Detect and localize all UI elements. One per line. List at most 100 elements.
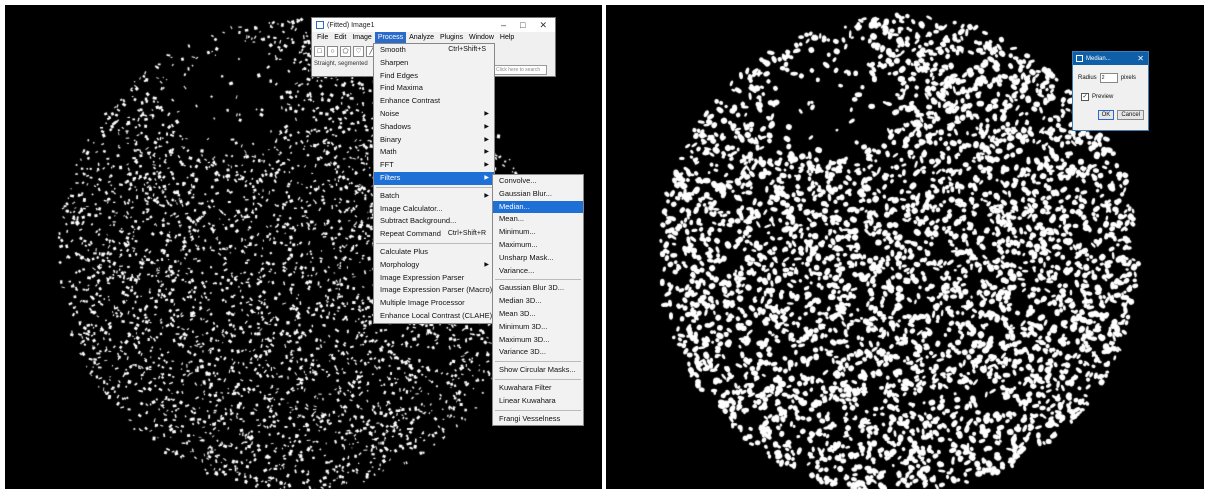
radius-unit: pixels <box>1120 75 1137 81</box>
menu-item-variance-3d[interactable]: Variance 3D... <box>493 346 583 359</box>
menu-item-binary[interactable]: Binary ▶ <box>374 134 494 147</box>
menu-plugins[interactable]: Plugins <box>437 32 466 43</box>
menu-window[interactable]: Window <box>466 32 497 43</box>
menu-item-label: Show Circular Masks... <box>499 365 576 375</box>
menu-item-label: Gaussian Blur 3D... <box>499 283 565 293</box>
menu-item-gaussian-blur-3d[interactable]: Gaussian Blur 3D... <box>493 282 583 295</box>
menu-item-maximum-3d[interactable]: Maximum 3D... <box>493 334 583 347</box>
polygon-tool-icon[interactable]: ⬠ <box>340 45 351 57</box>
menu-item-label: Repeat Command <box>380 229 441 239</box>
minimize-button[interactable]: – <box>501 20 506 31</box>
menu-item-fft[interactable]: FFT ▶ <box>374 159 494 172</box>
menu-item-variance[interactable]: Variance... <box>493 265 583 278</box>
menu-item-maximum[interactable]: Maximum... <box>493 239 583 252</box>
right-image-panel: Median... ✕ Radius 2 pixels ✓ Preview OK… <box>606 5 1204 489</box>
menu-item-batch[interactable]: Batch ▶ <box>374 190 494 203</box>
menu-image[interactable]: Image <box>349 32 374 43</box>
menu-item-mean[interactable]: Mean... <box>493 213 583 226</box>
window-title: (Fitted) Image1 <box>327 21 375 29</box>
imagej-title-bar[interactable]: (Fitted) Image1 – □ ✕ <box>312 18 555 32</box>
menu-item-label: Shadows <box>380 121 411 131</box>
menu-item-label: Gaussian Blur... <box>499 188 552 198</box>
freehand-tool-icon[interactable]: ♡ <box>353 45 364 57</box>
menu-item-convolve[interactable]: Convolve... <box>493 175 583 188</box>
preview-checkbox[interactable]: ✓ <box>1081 93 1089 101</box>
menu-item-minimum-3d[interactable]: Minimum 3D... <box>493 321 583 334</box>
menu-item-minimum[interactable]: Minimum... <box>493 226 583 239</box>
menu-edit[interactable]: Edit <box>331 32 349 43</box>
menu-item-find-edges[interactable]: Find Edges <box>374 70 494 83</box>
menu-item-calculate-plus[interactable]: Calculate Plus <box>374 246 494 259</box>
menu-item-label: Minimum... <box>499 227 536 237</box>
submenu-arrow-icon: ▶ <box>484 136 489 143</box>
menu-item-enhance-contrast[interactable]: Enhance Contrast <box>374 95 494 108</box>
menu-item-median[interactable]: Median... <box>493 200 583 214</box>
menu-separator <box>376 186 492 188</box>
menu-item-subtract-background[interactable]: Subtract Background... <box>374 215 494 228</box>
radius-input[interactable]: 2 <box>1099 73 1118 83</box>
cancel-button[interactable]: Cancel <box>1117 110 1144 120</box>
menu-item-label: Binary <box>380 134 402 144</box>
close-button[interactable]: ✕ <box>539 20 547 31</box>
menu-item-enhance-local-contrast-clahe[interactable]: Enhance Local Contrast (CLAHE) <box>374 310 494 323</box>
close-icon[interactable]: ✕ <box>1137 54 1148 63</box>
menu-item-label: Batch <box>380 190 400 200</box>
menu-separator <box>376 242 492 244</box>
submenu-arrow-icon: ▶ <box>484 149 489 156</box>
menu-item-label: Image Calculator... <box>380 203 443 213</box>
menu-item-frangi-vesselness[interactable]: Frangi Vesselness <box>493 413 583 426</box>
menu-item-shadows[interactable]: Shadows ▶ <box>374 121 494 134</box>
menu-item-label: Maximum 3D... <box>499 334 550 344</box>
menu-item-repeat-command[interactable]: Repeat Command Ctrl+Shift+R <box>374 228 494 241</box>
oval-tool-icon[interactable]: ○ <box>327 45 338 57</box>
submenu-arrow-icon: ▶ <box>484 162 489 169</box>
menu-item-sharpen[interactable]: Sharpen <box>374 57 494 70</box>
menu-item-label: Mean 3D... <box>499 308 536 318</box>
menu-item-smooth[interactable]: Smooth Ctrl+Shift+S <box>374 44 494 57</box>
maximize-button[interactable]: □ <box>520 20 525 31</box>
menu-item-label: Median... <box>499 201 530 211</box>
menu-item-mean-3d[interactable]: Mean 3D... <box>493 308 583 321</box>
menu-item-image-calculator[interactable]: Image Calculator... <box>374 203 494 216</box>
menu-item-noise[interactable]: Noise ▶ <box>374 108 494 121</box>
menu-item-image-expression-parser[interactable]: Image Expression Parser <box>374 272 494 285</box>
ok-button[interactable]: OK <box>1097 110 1115 120</box>
menu-item-label: Maximum... <box>499 239 538 249</box>
menu-item-label: Find Maxima <box>380 83 423 93</box>
menu-item-linear-kuwahara[interactable]: Linear Kuwahara <box>493 395 583 408</box>
menu-item-median-3d[interactable]: Median 3D... <box>493 295 583 308</box>
submenu-arrow-icon: ▶ <box>484 261 489 268</box>
menu-process[interactable]: Process <box>374 32 407 43</box>
filters-submenu: Convolve... Gaussian Blur... Median... Mean… <box>492 174 584 427</box>
menu-item-multiple-image-processor[interactable]: Multiple Image Processor <box>374 297 494 310</box>
menu-item-label: Filters <box>380 172 401 182</box>
menu-item-find-maxima[interactable]: Find Maxima <box>374 82 494 95</box>
menu-item-label: Sharpen <box>380 57 409 67</box>
menu-item-filters[interactable]: Filters ▶ <box>374 171 494 185</box>
menu-item-label: Find Edges <box>380 70 418 80</box>
menu-file[interactable]: File <box>314 32 331 43</box>
menu-analyze[interactable]: Analyze <box>406 32 437 43</box>
imagej-logo-icon <box>316 21 324 29</box>
menu-item-unsharp-mask[interactable]: Unsharp Mask... <box>493 252 583 265</box>
search-input[interactable]: Click here to search <box>493 65 547 75</box>
menu-separator <box>495 279 581 281</box>
shortcut-label: Ctrl+Shift+S <box>448 46 486 53</box>
menu-item-gaussian-blur[interactable]: Gaussian Blur... <box>493 188 583 201</box>
rectangle-tool-icon[interactable]: □ <box>314 45 325 57</box>
menu-separator <box>495 409 581 411</box>
menu-item-kuwahara-filter[interactable]: Kuwahara Filter <box>493 382 583 395</box>
menu-item-label: Variance... <box>499 265 535 275</box>
menu-item-show-circular-masks[interactable]: Show Circular Masks... <box>493 364 583 377</box>
menu-item-label: Smooth <box>380 45 406 54</box>
menu-item-morphology[interactable]: Morphology ▶ <box>374 259 494 272</box>
menu-help[interactable]: Help <box>497 32 517 43</box>
menu-item-label: Image Expression Parser <box>380 272 465 282</box>
menu-item-math[interactable]: Math ▶ <box>374 146 494 159</box>
submenu-arrow-icon: ▶ <box>484 192 489 199</box>
menu-item-label: Linear Kuwahara <box>499 395 556 405</box>
dialog-title-bar[interactable]: Median... ✕ <box>1073 52 1148 65</box>
menu-item-image-expression-parser-macro[interactable]: Image Expression Parser (Macro) <box>374 284 494 297</box>
menu-item-label: Median 3D... <box>499 296 542 306</box>
process-menu: Smooth Ctrl+Shift+S Sharpen Find Edges Find … <box>373 43 495 324</box>
